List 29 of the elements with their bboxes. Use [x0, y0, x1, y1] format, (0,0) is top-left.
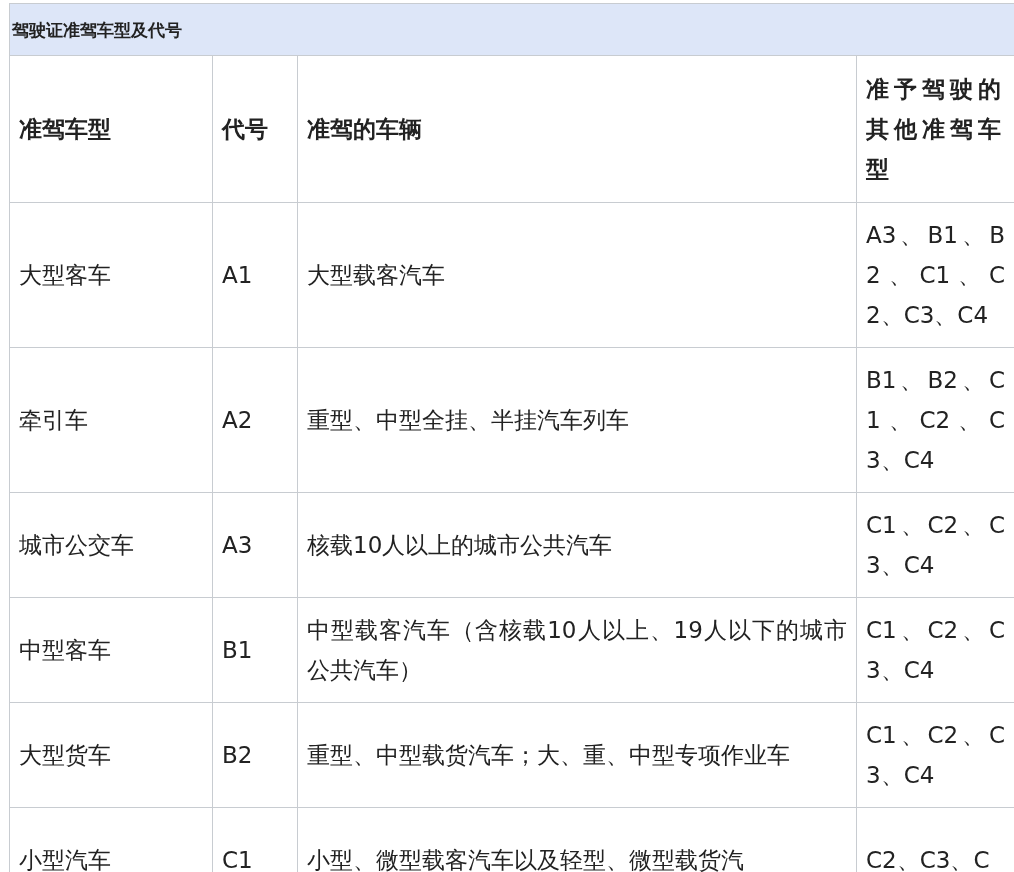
table-cell-text: A1 [222, 261, 253, 290]
table-cell-text: A2 [222, 406, 253, 435]
table-cell-text: 重型、中型全挂、半挂汽车列车 [307, 406, 630, 435]
table-cell-text: C1 [222, 846, 253, 872]
column-header: 准予驾驶的其他准驾车型 [866, 75, 1005, 184]
table-cell-text: 重型、中型载货汽车；大、重、中型专项作业车 [307, 741, 791, 770]
table-cell-text: 牵引车 [19, 406, 88, 435]
table-cell-text: 城市公交车 [19, 531, 134, 560]
table-cell-text: B2 [222, 741, 253, 770]
table-caption: 驾驶证准驾车型及代号 [12, 19, 182, 42]
table-cell-text: 大型货车 [19, 741, 111, 770]
table-cell-text: B1 [222, 636, 253, 665]
table-cell-text: C1、C2、C3、C4 [866, 721, 1005, 790]
table-cell-text: 小型、微型载客汽车以及轻型、微型载货汽 [307, 846, 745, 872]
table-cell-text: C1、C2、C3、C4 [866, 511, 1005, 580]
table-cell-text: 小型汽车 [19, 846, 111, 872]
table-cell-text: 中型载客汽车（含核载10人以上、19人以下的城市公共汽车） [307, 616, 847, 685]
table-cell-text: 大型载客汽车 [307, 261, 446, 290]
table-cell-text: A3、B1、B2、C1、C2、C3、C4 [866, 221, 1005, 330]
table-cell-text: B1、B2、C1、C2、C3、C4 [866, 366, 1005, 475]
table-cell-text: C1、C2、C3、C4 [866, 616, 1005, 685]
table-cell-text: 中型客车 [19, 636, 111, 665]
table-cell-text: C2、C3、C [866, 846, 991, 872]
table-cell-text: 大型客车 [19, 261, 111, 290]
table-cell-text: A3 [222, 531, 253, 560]
column-header: 代号 [222, 115, 268, 144]
table-cell-text: 核载10人以上的城市公共汽车 [307, 531, 614, 560]
column-header: 准驾车型 [19, 115, 111, 144]
column-header: 准驾的车辆 [307, 115, 422, 144]
